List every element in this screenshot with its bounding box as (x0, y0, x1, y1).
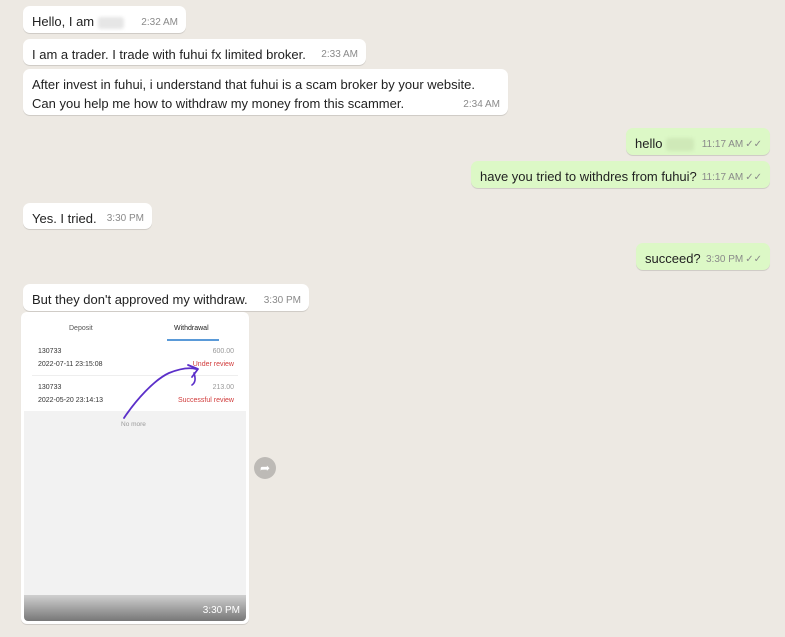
message-time: 11:17 AM ✓✓ (701, 172, 762, 183)
message-time: 2:32 AM (141, 17, 178, 28)
redacted-name (97, 16, 124, 29)
message-text: I am a trader. I trade with fuhui fx lim… (32, 47, 306, 62)
message-time: 3:30 PM (263, 295, 301, 306)
message-text: hello (635, 134, 695, 153)
message-text: But they don't approved my withdraw. (32, 292, 248, 307)
message-text: After invest in fuhui, i understand that… (32, 77, 475, 111)
message-time: 11:17 AM ✓✓ (701, 139, 762, 150)
message-text: Yes. I tried. (32, 211, 97, 226)
message-incoming-4[interactable]: Yes. I tried. 3:30 PM (23, 203, 152, 229)
message-time: 2:33 AM (321, 49, 358, 60)
message-incoming-2[interactable]: I am a trader. I trade with fuhui fx lim… (23, 39, 366, 65)
redacted-name (666, 138, 695, 152)
message-incoming-3[interactable]: After invest in fuhui, i understand that… (23, 69, 508, 115)
message-incoming-5[interactable]: But they don't approved my withdraw. 3:3… (23, 284, 309, 311)
message-outgoing-3[interactable]: succeed? 3:30 PM ✓✓ (636, 243, 770, 270)
chat-panel: Hello, I am 2:32 AM I am a trader. I tra… (0, 0, 785, 637)
image-message-time: 3:30 PM (202, 605, 240, 616)
double-check-icon: ✓✓ (745, 139, 762, 150)
hand-drawn-arrow-annotation (123, 364, 199, 419)
double-check-icon: ✓✓ (745, 254, 762, 265)
message-text: succeed? (645, 251, 701, 266)
message-time: 3:30 PM ✓✓ (705, 254, 762, 265)
message-text: Hello, I am (32, 12, 124, 31)
message-time: 3:30 PM (106, 213, 144, 224)
double-check-icon: ✓✓ (745, 172, 762, 183)
message-text: have you tried to withdres from fuhui? (480, 169, 697, 184)
message-time: 2:34 AM (463, 99, 500, 110)
forward-arrow-icon[interactable]: ➦ (254, 457, 276, 479)
message-outgoing-1[interactable]: hello 11:17 AM ✓✓ (626, 128, 770, 155)
message-outgoing-2[interactable]: have you tried to withdres from fuhui? 1… (471, 161, 770, 188)
screenshot-image[interactable]: Deposit Withdrawal 130733 600.00 2022-07… (24, 315, 246, 621)
message-incoming-1[interactable]: Hello, I am 2:32 AM (23, 6, 186, 33)
image-message[interactable]: Deposit Withdrawal 130733 600.00 2022-07… (21, 312, 249, 624)
